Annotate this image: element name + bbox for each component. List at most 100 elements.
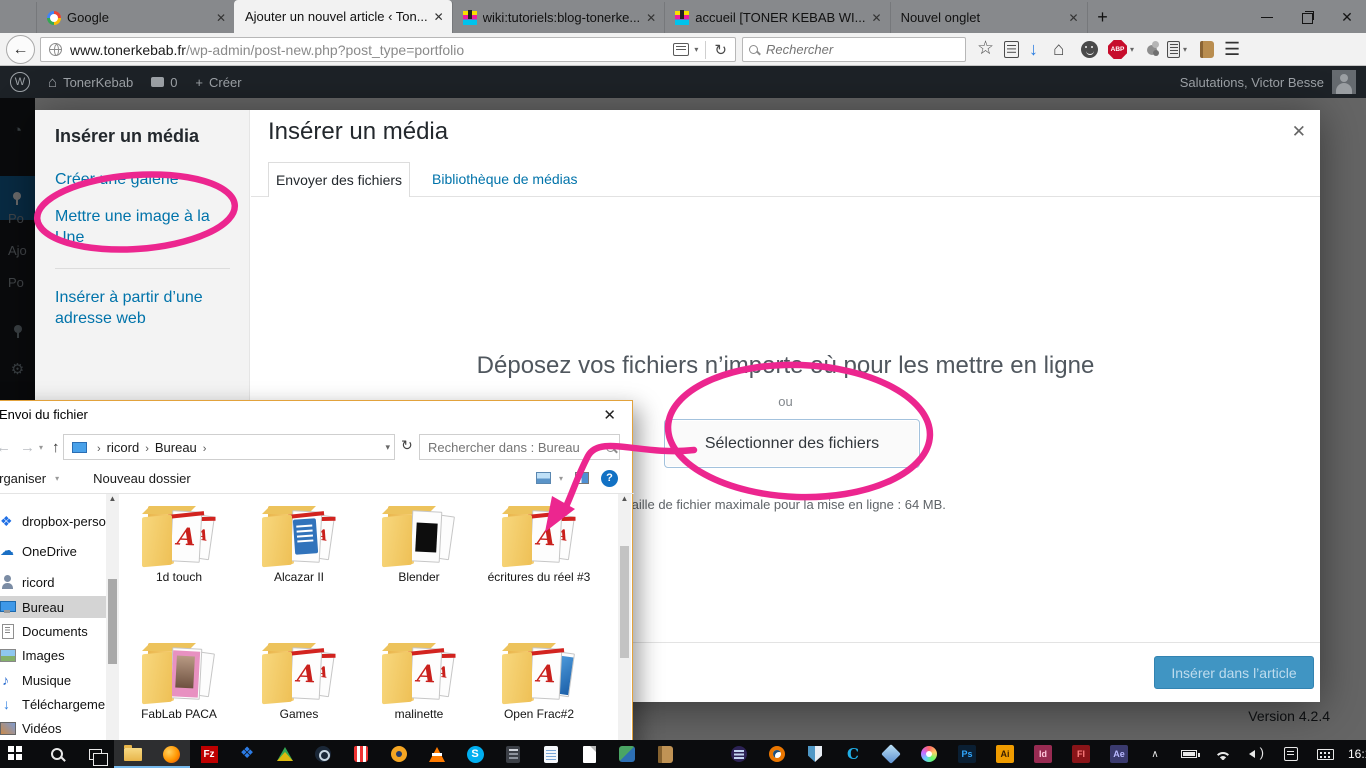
sidebar-item-images[interactable]: Images	[0, 644, 106, 666]
new-tab-button[interactable]: +	[1088, 2, 1118, 33]
dropbox-icon[interactable]	[228, 740, 266, 768]
bookmark-star-icon[interactable]	[977, 41, 994, 58]
cinema-icon[interactable]	[834, 740, 872, 768]
tab-close-icon[interactable]: ✕	[646, 11, 656, 25]
url-bar[interactable]: www.tonerkebab.fr/wp-admin/post-new.php?…	[40, 37, 736, 62]
photoshop-icon[interactable]: Ps	[948, 740, 986, 768]
browser-tab[interactable]: accueil [TONER KEBAB WI...✕	[664, 2, 889, 33]
disc-icon[interactable]	[910, 740, 948, 768]
scroll-up-icon[interactable]: ▲	[106, 494, 119, 503]
up-icon[interactable]: ↑	[52, 439, 60, 456]
battery-icon[interactable]	[1172, 740, 1206, 768]
sidebar-scrollbar[interactable]: ▲	[106, 494, 119, 768]
admin-bar-new[interactable]: +Créer	[195, 75, 241, 90]
chevron-down-icon[interactable]: ▾	[1130, 45, 1134, 54]
feedback-icon[interactable]	[1081, 41, 1098, 58]
dialog-search-box[interactable]	[419, 434, 620, 460]
tab-close-icon[interactable]: ✕	[1069, 11, 1079, 25]
view-button[interactable]: ▾	[536, 472, 563, 484]
security-icon[interactable]	[380, 740, 418, 768]
admin-bar-comments[interactable]: 0	[151, 75, 177, 90]
keyboard-icon[interactable]	[1308, 740, 1342, 768]
skype-icon[interactable]: S	[456, 740, 494, 768]
book-icon[interactable]	[646, 740, 684, 768]
close-window-icon[interactable]: ✕	[1340, 10, 1354, 24]
adblock-icon[interactable]: ▾	[1108, 40, 1137, 59]
organise-button[interactable]: Organiser▾	[0, 471, 59, 486]
back-button[interactable]: ←	[6, 35, 35, 64]
folder-item[interactable]: FabLab PACA	[121, 641, 237, 721]
search-input[interactable]	[764, 41, 959, 58]
new-folder-button[interactable]: Nouveau dossier	[93, 471, 191, 486]
folder-item[interactable]: AA1d touch	[121, 504, 237, 584]
media-sidebar-link[interactable]: Insérer à partir d’une adresse web	[55, 287, 227, 329]
search-icon[interactable]	[38, 740, 76, 768]
wordpress-logo-icon[interactable]: W	[10, 72, 30, 92]
scrollbar-thumb[interactable]	[620, 546, 629, 658]
chevron-down-icon[interactable]: ▾	[385, 442, 390, 453]
content-scrollbar[interactable]: ▲	[618, 494, 631, 768]
browser-tab[interactable]: wiki:tutoriels:blog-tonerke...✕	[452, 2, 665, 33]
chevron-up-icon[interactable]	[1138, 740, 1172, 768]
browser-tab[interactable]: Nouvel onglet✕	[890, 2, 1088, 33]
sidebar-item-ricord[interactable]: ricord	[0, 571, 106, 593]
reading-list-icon[interactable]	[673, 43, 689, 56]
gdrive-icon[interactable]	[266, 740, 304, 768]
scrollbar-thumb[interactable]	[108, 579, 117, 664]
breadcrumb-item[interactable]: ricord	[107, 440, 140, 455]
menu-icon[interactable]	[1224, 41, 1242, 58]
popcorn-icon[interactable]	[342, 740, 380, 768]
privacy-icon[interactable]	[1147, 45, 1157, 55]
sidebar-item-onedrive[interactable]: OneDrive	[0, 540, 106, 562]
notes-icon[interactable]	[532, 740, 570, 768]
tab-close-icon[interactable]: ✕	[434, 10, 444, 24]
shape-icon[interactable]	[872, 740, 910, 768]
task-view-icon[interactable]	[76, 740, 114, 768]
illustrator-icon[interactable]: Ai	[986, 740, 1024, 768]
browser-tab[interactable]: Ajouter un nouvel article ‹ Ton...✕	[234, 0, 452, 33]
media-tab[interactable]: Bibliothèque de médias	[432, 162, 578, 196]
url-text[interactable]: www.tonerkebab.fr/wp-admin/post-new.php?…	[70, 42, 671, 58]
forward-icon[interactable]: →	[20, 439, 35, 456]
close-modal-icon[interactable]: ✕	[1292, 122, 1306, 142]
sidebar-item-bureau[interactable]: Bureau	[0, 596, 106, 618]
explorer-icon[interactable]	[114, 740, 152, 768]
flash-icon[interactable]: Fl	[1062, 740, 1100, 768]
breadcrumb[interactable]: ›ricord›Bureau› ▾	[63, 434, 395, 460]
folder-item[interactable]: AOpen Frac#2	[481, 641, 597, 721]
notes-icon[interactable]: ▾	[1167, 41, 1190, 58]
restore-icon[interactable]	[1300, 10, 1314, 24]
calculator-icon[interactable]	[494, 740, 532, 768]
scroll-up-icon[interactable]: ▲	[618, 494, 631, 503]
preview-pane-icon[interactable]	[575, 472, 589, 484]
indesign-icon[interactable]: Id	[1024, 740, 1062, 768]
filezilla-icon[interactable]: Fz	[190, 740, 228, 768]
home-icon[interactable]	[1053, 41, 1071, 58]
aftereffects-icon[interactable]: Ae	[1100, 740, 1138, 768]
sidebar-item-documents[interactable]: Documents	[0, 620, 106, 642]
defender-icon[interactable]	[796, 740, 834, 768]
tab-close-icon[interactable]: ✕	[216, 11, 226, 25]
sidebar-item-vid-os[interactable]: Vidéos	[0, 717, 106, 739]
folder-item[interactable]: AAmalinette	[361, 641, 477, 721]
steam-icon[interactable]	[304, 740, 342, 768]
chevron-down-icon[interactable]: ▾	[1183, 45, 1187, 54]
minimize-icon[interactable]	[1260, 10, 1274, 24]
admin-bar-account[interactable]: Salutations, Victor Besse	[1180, 70, 1356, 94]
blender-icon[interactable]	[758, 740, 796, 768]
volume-icon[interactable]	[1240, 740, 1274, 768]
media-sidebar-link[interactable]: Créer une galerie	[55, 169, 227, 190]
sidebar-item-dropbox-personal[interactable]: dropbox-personal	[0, 510, 106, 532]
close-dialog-icon[interactable]: ✕	[603, 406, 616, 424]
search-box[interactable]	[742, 37, 966, 62]
media-tab[interactable]: Envoyer des fichiers	[268, 162, 410, 197]
sourcetree-icon[interactable]	[608, 740, 646, 768]
reload-icon[interactable]: ↻	[714, 41, 727, 59]
wifi-icon[interactable]	[1206, 740, 1240, 768]
folder-item[interactable]: AAlcazar II	[241, 504, 357, 584]
refresh-icon[interactable]: ↻	[401, 437, 413, 454]
eclipse-icon[interactable]	[720, 740, 758, 768]
breadcrumb-item[interactable]: Bureau	[155, 440, 197, 455]
back-icon[interactable]: ←	[0, 439, 11, 456]
url-caret-icon[interactable]: ▾	[694, 45, 698, 54]
